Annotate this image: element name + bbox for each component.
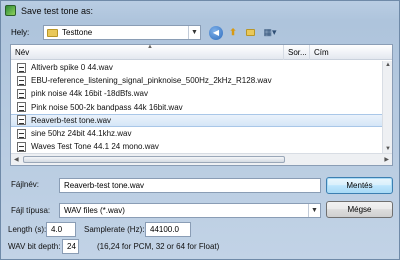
look-in-dropdown[interactable]: Testtone ▼	[43, 25, 201, 40]
file-name: Altiverb spike 0 44.wav	[31, 63, 113, 73]
column-title-label: Cím	[314, 48, 329, 57]
window-title: Save test tone as:	[21, 5, 94, 16]
file-list[interactable]: Név ▲ Sor... Cím Altiverb spike 0 44.wav…	[10, 44, 393, 166]
samplerate-label: Samplerate (Hz):	[84, 225, 145, 234]
scroll-down-icon[interactable]: ▼	[385, 146, 391, 152]
list-item[interactable]: sine 50hz 24bit 44.1khz.wav	[11, 127, 382, 140]
folder-icon	[245, 29, 255, 36]
column-name-label: Név	[15, 48, 30, 57]
filename-row: Fájlnév:	[11, 180, 59, 189]
audio-file-icon	[17, 88, 26, 99]
horizontal-scrollbar[interactable]: ◀ ▶	[11, 153, 392, 165]
scroll-left-icon[interactable]: ◀	[14, 156, 19, 163]
save-button[interactable]: Mentés	[326, 177, 393, 194]
length-input[interactable]: 4.0	[46, 222, 76, 237]
list-item[interactable]: Pink noise 500-2k bandpass 44k 16bit.wav	[11, 101, 382, 114]
sort-caret-icon: ▲	[147, 44, 153, 50]
list-item[interactable]: Altiverb spike 0 44.wav	[11, 61, 382, 74]
column-header-sort[interactable]: Sor...	[284, 45, 310, 60]
audio-file-icon	[17, 102, 26, 113]
horizontal-scroll-thumb[interactable]	[23, 156, 285, 163]
chevron-down-icon[interactable]: ▼	[308, 204, 320, 217]
views-menu-icon[interactable]: ▦▾	[260, 26, 280, 40]
vertical-scrollbar[interactable]: ▲ ▼	[382, 61, 392, 153]
toolbar: Hely: Testtone ▼ ◀ ⬆ ▦▾	[7, 24, 393, 41]
file-name: Pink noise 500-2k bandpass 44k 16bit.wav	[31, 102, 183, 112]
filetype-label: Fájl típusa:	[11, 206, 51, 215]
bitdepth-label: WAV bit depth:	[8, 242, 61, 251]
column-header-title[interactable]: Cím	[310, 45, 392, 60]
audio-file-icon	[17, 75, 26, 86]
column-sort-label: Sor...	[288, 48, 307, 57]
cancel-button[interactable]: Mégse	[326, 201, 393, 218]
bitdepth-hint: (16,24 for PCM, 32 or 64 for Float)	[97, 242, 220, 251]
audio-file-icon	[17, 128, 26, 139]
look-in-label: Hely:	[11, 28, 30, 37]
up-folder-icon[interactable]: ⬆	[226, 26, 240, 40]
filetype-row: Fájl típusa:	[11, 206, 50, 215]
list-item[interactable]: EBU-reference_listening_signal_pinknoise…	[11, 74, 382, 87]
file-rows: Altiverb spike 0 44.wav EBU-reference_li…	[11, 61, 382, 153]
bitdepth-input[interactable]: 24	[62, 239, 79, 254]
list-item-selected[interactable]: Reaverb-test tone.wav	[11, 113, 382, 127]
back-arrow-icon[interactable]: ◀	[209, 25, 223, 40]
app-icon	[5, 5, 16, 16]
list-item[interactable]: Waves Test Tone 44.1 24 mono.wav	[11, 140, 382, 153]
length-label: Length (s):	[8, 225, 47, 234]
list-header: Név ▲ Sor... Cím	[11, 44, 392, 60]
folder-icon	[47, 28, 58, 37]
column-header-name[interactable]: Név ▲	[11, 44, 284, 60]
look-in-value: Testtone	[62, 28, 93, 37]
scroll-right-icon[interactable]: ▶	[384, 156, 389, 163]
samplerate-input[interactable]: 44100.0	[145, 222, 191, 237]
audio-file-icon	[17, 115, 26, 126]
list-item[interactable]: pink noise 44k 16bit -18dBfs.wav	[11, 87, 382, 100]
filename-input[interactable]: Reaverb-test tone.wav	[59, 178, 321, 193]
title-bar[interactable]: Save test tone as:	[1, 1, 399, 20]
file-name: pink noise 44k 16bit -18dBfs.wav	[31, 89, 148, 99]
filetype-value: WAV files (*.wav)	[64, 206, 125, 215]
file-name: Waves Test Tone 44.1 24 mono.wav	[31, 142, 159, 152]
scroll-up-icon[interactable]: ▲	[385, 62, 391, 68]
new-folder-icon[interactable]	[243, 26, 257, 40]
file-name: Reaverb-test tone.wav	[31, 115, 112, 125]
chevron-down-icon[interactable]: ▼	[188, 26, 200, 39]
audio-file-icon	[17, 141, 26, 152]
file-name: sine 50hz 24bit 44.1khz.wav	[31, 129, 132, 139]
filetype-dropdown[interactable]: WAV files (*.wav) ▼	[59, 203, 321, 218]
filename-label: Fájlnév:	[11, 180, 40, 189]
save-dialog: Save test tone as: Hely: Testtone ▼ ◀ ⬆ …	[0, 0, 400, 260]
file-name: EBU-reference_listening_signal_pinknoise…	[31, 76, 272, 86]
audio-file-icon	[17, 62, 26, 73]
